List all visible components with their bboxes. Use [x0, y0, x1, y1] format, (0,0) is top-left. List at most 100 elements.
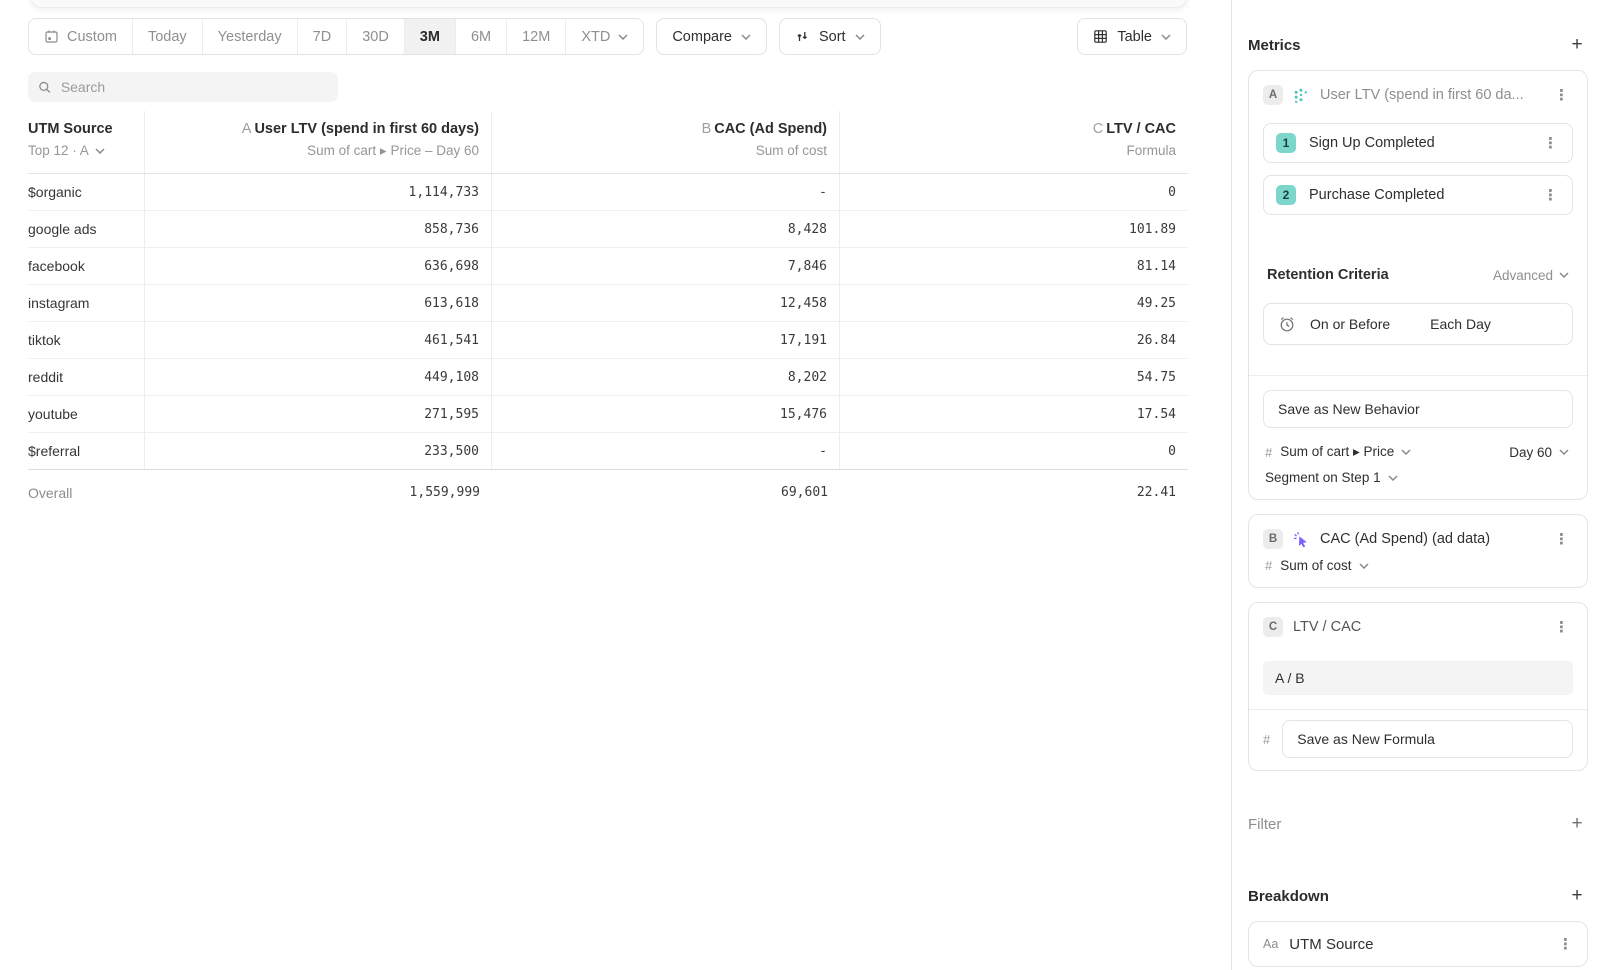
top-n-dropdown[interactable]: Top 12 · A	[28, 140, 132, 161]
formula-input[interactable]: A / B	[1263, 661, 1573, 695]
formula-bottom-row: # Save as New Formula	[1263, 720, 1573, 758]
table-row: reddit 449,108 8,202 54.75	[28, 359, 1188, 396]
sort-arrows-icon	[795, 29, 810, 44]
breakdown-item-utm-source[interactable]: Aa UTM Source ⋮	[1248, 921, 1588, 967]
breakdown-title: Breakdown	[1248, 888, 1329, 905]
chevron-down-icon	[741, 34, 751, 40]
retention-criteria-selector[interactable]: On or Before Each Day	[1263, 303, 1573, 345]
cell-ltv: 449,108	[145, 359, 492, 395]
range-label: XTD	[581, 29, 610, 45]
overall-cac: 69,601	[492, 470, 840, 515]
cell-ratio: 49.25	[840, 285, 1188, 321]
column-header-metric-c[interactable]: CLTV / CAC Formula	[840, 111, 1188, 173]
chevron-down-icon	[95, 148, 105, 154]
property-dropdown[interactable]: Sum of cart ▸ Price	[1280, 444, 1411, 460]
segment-label: Segment on Step 1	[1265, 470, 1381, 485]
cell-cac: 7,846	[492, 248, 840, 284]
range-label: Custom	[67, 29, 117, 45]
table-row: instagram 613,618 12,458 49.25	[28, 285, 1188, 322]
search-icon	[38, 80, 52, 95]
range-3m-button[interactable]: 3M	[405, 19, 456, 54]
cell-cac: -	[492, 433, 840, 469]
day-window-label: Day 60	[1509, 445, 1552, 460]
range-today-button[interactable]: Today	[133, 19, 203, 54]
step-label: Sign Up Completed	[1309, 135, 1526, 151]
step-row-1[interactable]: 1 Sign Up Completed ⋮	[1263, 123, 1573, 163]
metric-a-header[interactable]: A User LTV (spend in first 60 da... ⋮	[1249, 71, 1587, 119]
metric-a-menu-button[interactable]: ⋮	[1550, 84, 1573, 106]
range-12m-button[interactable]: 12M	[507, 19, 566, 54]
step-1-menu-button[interactable]: ⋮	[1539, 132, 1562, 154]
step-label: Purchase Completed	[1309, 187, 1526, 203]
range-custom-button[interactable]: Custom	[29, 19, 133, 54]
save-as-new-formula-button[interactable]: Save as New Formula	[1282, 720, 1573, 758]
metrics-header: Metrics +	[1248, 34, 1588, 56]
metric-b-name: CAC (Ad Spend) (ad data)	[1320, 531, 1540, 547]
metrics-title: Metrics	[1248, 37, 1301, 54]
cell-cac: 8,202	[492, 359, 840, 395]
row-label: tiktok	[28, 322, 145, 358]
chevron-down-icon	[1161, 34, 1171, 40]
segment-on-step-dropdown[interactable]: Segment on Step 1	[1265, 470, 1398, 485]
add-metric-button[interactable]: +	[1566, 34, 1588, 56]
overall-label: Overall	[28, 470, 145, 515]
range-label: 7D	[313, 29, 332, 45]
table-row: tiktok 461,541 17,191 26.84	[28, 322, 1188, 359]
breakdown-menu-button[interactable]: ⋮	[1554, 933, 1577, 955]
breakdown-table: UTM Source Top 12 · A AUser LTV (spend i…	[28, 111, 1188, 515]
add-filter-button[interactable]: +	[1566, 813, 1588, 835]
row-label: $referral	[28, 433, 145, 469]
metric-a-name: User LTV (spend in first 60 da...	[1320, 87, 1540, 103]
range-label: 3M	[420, 29, 440, 45]
column-letter: B	[702, 121, 712, 137]
metric-b-menu-button[interactable]: ⋮	[1550, 528, 1573, 550]
criteria-value[interactable]: Each Day	[1430, 316, 1491, 332]
view-selector-table-button[interactable]: Table	[1077, 18, 1187, 55]
range-label: Today	[148, 29, 187, 45]
chevron-down-icon	[1559, 449, 1569, 455]
range-7d-button[interactable]: 7D	[298, 19, 348, 54]
range-yesterday-button[interactable]: Yesterday	[203, 19, 298, 54]
column-title: CAC (Ad Spend)	[714, 121, 827, 137]
metric-c-name: LTV / CAC	[1293, 619, 1540, 635]
numeric-property-icon: #	[1265, 558, 1272, 573]
cell-cac: -	[492, 174, 840, 210]
column-subtitle: Sum of cost	[756, 140, 827, 161]
column-header-metric-b[interactable]: BCAC (Ad Spend) Sum of cost	[492, 111, 840, 173]
property-label: Sum of cart ▸ Price	[1280, 444, 1394, 460]
metric-a-property-row: # Sum of cart ▸ Price Day 60	[1249, 444, 1587, 460]
column-header-utm-source[interactable]: UTM Source Top 12 · A	[28, 111, 145, 173]
cell-ltv: 636,698	[145, 248, 492, 284]
metric-c-menu-button[interactable]: ⋮	[1550, 616, 1573, 638]
cell-ratio: 101.89	[840, 211, 1188, 247]
range-30d-button[interactable]: 30D	[347, 19, 405, 54]
save-as-new-behavior-button[interactable]: Save as New Behavior	[1263, 390, 1573, 428]
sort-button[interactable]: Sort	[779, 18, 881, 55]
cell-ltv: 858,736	[145, 211, 492, 247]
criteria-prefix[interactable]: On or Before	[1310, 316, 1390, 332]
cell-ratio: 26.84	[840, 322, 1188, 358]
range-label: 30D	[362, 29, 389, 45]
range-6m-button[interactable]: 6M	[456, 19, 507, 54]
metric-b-header[interactable]: B CAC (Ad Spend) (ad data) ⋮	[1249, 515, 1587, 558]
step-2-menu-button[interactable]: ⋮	[1539, 184, 1562, 206]
property-label: Sum of cost	[1280, 558, 1351, 573]
behavioral-metric-icon	[1293, 87, 1310, 104]
metric-b-property-row: # Sum of cost	[1249, 558, 1587, 587]
calendar-icon	[44, 29, 59, 44]
range-label: Yesterday	[218, 29, 282, 45]
table-row: google ads 858,736 8,428 101.89	[28, 211, 1188, 248]
add-breakdown-button[interactable]: +	[1566, 885, 1588, 907]
range-xtd-button[interactable]: XTD	[566, 19, 643, 54]
row-label: facebook	[28, 248, 145, 284]
column-letter: C	[1093, 121, 1103, 137]
sum-of-cost-dropdown[interactable]: Sum of cost	[1280, 558, 1368, 573]
range-label: 6M	[471, 29, 491, 45]
search-input[interactable]	[61, 79, 328, 95]
metric-c-header[interactable]: C LTV / CAC ⋮	[1249, 603, 1587, 651]
step-row-2[interactable]: 2 Purchase Completed ⋮	[1263, 175, 1573, 215]
compare-button[interactable]: Compare	[656, 18, 767, 55]
advanced-dropdown[interactable]: Advanced	[1493, 268, 1569, 283]
day-window-dropdown[interactable]: Day 60	[1509, 445, 1569, 460]
column-header-metric-a[interactable]: AUser LTV (spend in first 60 days) Sum o…	[145, 111, 492, 173]
